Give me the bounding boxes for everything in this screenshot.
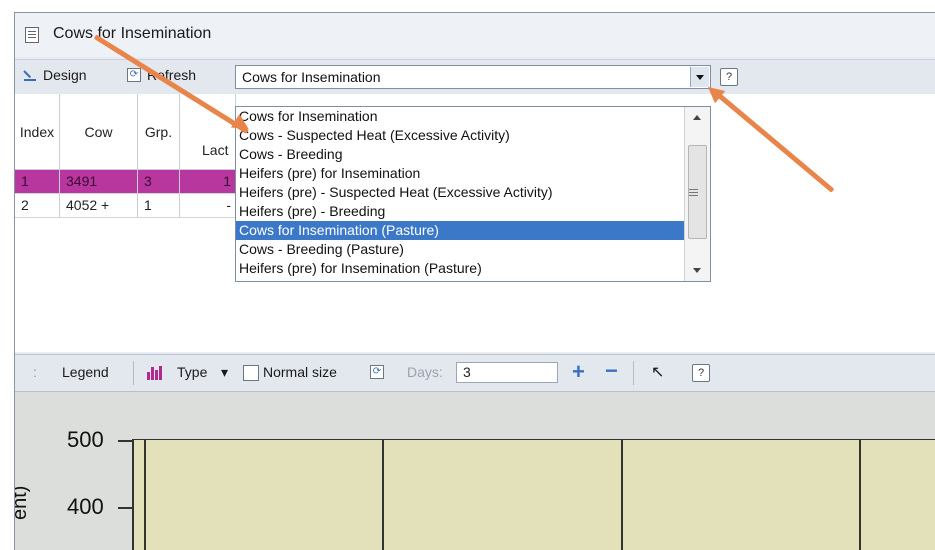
toolbar-separator xyxy=(133,361,134,385)
plus-button[interactable]: + xyxy=(572,359,585,385)
grip-icon xyxy=(689,189,698,190)
dropdown-item[interactable]: Cows for Insemination xyxy=(236,107,685,126)
dropdown-item[interactable]: Cows - Breeding (Pasture) xyxy=(236,240,685,259)
grid-line xyxy=(621,440,623,550)
chart-panel: 500 400 ent) xyxy=(15,392,935,550)
dropdown-scrollbar[interactable] xyxy=(684,107,710,281)
type-dropdown-arrow-icon[interactable]: ▾ xyxy=(221,364,228,381)
table-cell-lactation[interactable]: - xyxy=(180,194,236,218)
grid-line xyxy=(144,440,146,550)
y-tick xyxy=(118,440,132,442)
dropdown-item[interactable]: Heifers (pre) for Insemination (Pasture) xyxy=(236,259,685,278)
table-cell-cow[interactable]: 4052 + xyxy=(60,194,138,218)
refresh-icon: ⟳ xyxy=(127,68,141,82)
dropdown-item[interactable]: Heifers (pre) for Insemination xyxy=(236,164,685,183)
dropdown-item[interactable]: Cows - Breeding xyxy=(236,145,685,164)
column-header-group[interactable]: Grp. xyxy=(138,94,180,170)
dropdown-item[interactable]: Heifers (pre) - Breeding xyxy=(236,202,685,221)
report-select[interactable]: Cows for Insemination xyxy=(235,65,711,89)
chevron-down-icon[interactable] xyxy=(690,67,709,87)
design-label: Design xyxy=(43,67,87,83)
table-cell-cow[interactable]: 3491 xyxy=(60,170,138,194)
y-axis-title: ent) xyxy=(14,485,31,520)
title-bar: Cows for Insemination xyxy=(15,13,935,57)
table-cell-group[interactable]: 3 xyxy=(138,170,180,194)
type-button[interactable]: Type xyxy=(177,364,207,380)
dropdown-item-highlighted[interactable]: Cows for Insemination (Pasture) xyxy=(236,221,685,240)
scroll-down-icon[interactable] xyxy=(693,268,701,273)
table-cell-group[interactable]: 1 xyxy=(138,194,180,218)
column-header-index[interactable]: Index xyxy=(15,94,60,170)
days-label: Days: xyxy=(407,364,443,380)
dropdown-item[interactable]: Cows - Suspected Heat (Excessive Activit… xyxy=(236,126,685,145)
plot-area xyxy=(132,439,935,550)
refresh-icon[interactable]: ⟳ xyxy=(370,365,384,379)
toolbar-separator xyxy=(633,361,634,385)
normal-size-button[interactable]: Normal size xyxy=(263,364,337,380)
report-toolbar: Design ⟳ Refresh Cows for Insemination ? xyxy=(15,59,935,95)
report-dropdown-list[interactable]: Cows for Insemination Cows - Suspected H… xyxy=(235,106,711,282)
table-cell-lactation[interactable]: 1 xyxy=(180,170,236,194)
dropdown-item[interactable]: Heifers (pre) - Suspected Heat (Excessiv… xyxy=(236,183,685,202)
pointer-help-icon[interactable]: ↖ xyxy=(651,362,664,382)
scroll-up-icon[interactable] xyxy=(693,115,701,120)
resize-icon xyxy=(243,365,259,381)
window-title: Cows for Insemination xyxy=(53,25,212,42)
report-select-value: Cows for Insemination xyxy=(242,69,381,85)
design-icon xyxy=(23,69,37,81)
y-tick-label: 500 xyxy=(67,427,104,452)
days-input[interactable]: 3 xyxy=(456,362,558,383)
app-window: Cows for Insemination Design ⟳ Refresh C… xyxy=(14,12,935,550)
legend-button[interactable]: Legend xyxy=(62,364,109,380)
table-cell-index[interactable]: 1 xyxy=(15,170,60,194)
y-tick-label: 400 xyxy=(67,494,104,519)
grid-line xyxy=(382,440,384,550)
grid-line xyxy=(859,440,861,550)
y-tick xyxy=(118,507,132,509)
chart-help-button[interactable]: ? xyxy=(692,364,710,382)
document-icon xyxy=(25,27,39,43)
chart-toolbar: : Legend Type ▾ Normal size ⟳ Days: 3 + … xyxy=(15,354,935,392)
help-button[interactable]: ? xyxy=(720,68,738,86)
minus-button[interactable]: − xyxy=(605,358,618,384)
design-button[interactable]: Design xyxy=(23,67,87,83)
toolbar-grip-icon: : xyxy=(33,364,37,380)
bar-chart-icon xyxy=(147,366,163,380)
scrollbar-thumb[interactable] xyxy=(688,145,707,239)
table-cell-index[interactable]: 2 xyxy=(15,194,60,218)
column-header-cow[interactable]: Cow xyxy=(60,94,138,170)
